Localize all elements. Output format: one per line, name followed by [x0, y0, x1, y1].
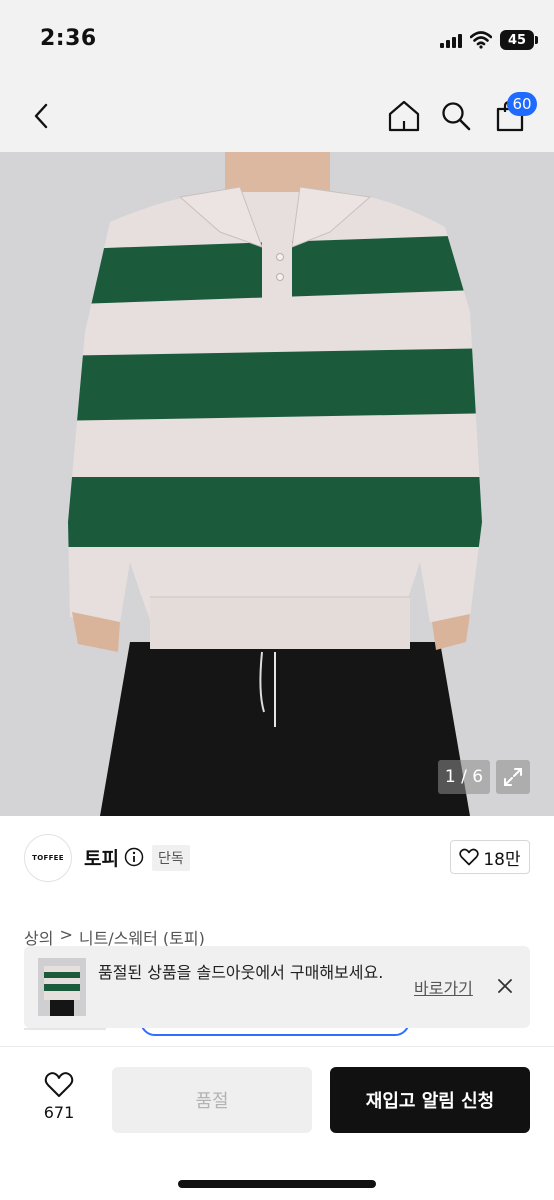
status-bar: 2:36 45: [0, 0, 554, 80]
thumbnail-image: [38, 958, 86, 1016]
soldout-button[interactable]: 품절: [112, 1067, 312, 1133]
restock-alert-button[interactable]: 재입고 알림 신청: [330, 1067, 530, 1133]
search-button[interactable]: [432, 92, 480, 140]
status-icons: 45: [440, 28, 538, 52]
search-icon: [442, 102, 471, 131]
soldout-banner[interactable]: 품절된 상품을 솔드아웃에서 구매해보세요. 바로가기: [24, 946, 530, 1028]
product-image[interactable]: 1 / 6: [0, 152, 554, 816]
product-like-count: 671: [43, 1103, 75, 1122]
heart-icon: [459, 848, 480, 866]
banner-message: 품절된 상품을 솔드아웃에서 구매해보세요.: [98, 963, 384, 982]
home-icon: [388, 100, 420, 132]
back-button[interactable]: [18, 92, 66, 140]
back-arrow-icon: [34, 103, 48, 129]
banner-go-link[interactable]: 바로가기: [414, 975, 473, 999]
cart-count-badge: 60: [507, 92, 537, 116]
exclusive-badge: 단독: [152, 845, 190, 871]
wifi-icon: [470, 31, 492, 49]
heart-icon: [44, 1072, 74, 1097]
top-navigation: [0, 80, 554, 152]
product-like-button[interactable]: 671: [30, 1071, 88, 1122]
covered-content: [24, 1028, 530, 1038]
battery-level: 45: [507, 32, 527, 48]
expand-image-button[interactable]: [496, 760, 530, 794]
striped-knit-sweater-photo: [0, 152, 554, 816]
home-indicator: [178, 1180, 376, 1188]
battery-icon: 45: [500, 30, 538, 50]
brand-like-button[interactable]: 18만: [450, 840, 530, 874]
covered-button-outline: [140, 1028, 410, 1036]
expand-icon: [504, 768, 522, 786]
home-button[interactable]: [380, 92, 428, 140]
image-counter: 1 / 6: [438, 760, 490, 794]
info-icon[interactable]: [124, 847, 144, 867]
close-icon[interactable]: [494, 975, 516, 997]
bottom-action-bar: 671 품절 재입고 알림 신청: [0, 1046, 554, 1200]
brand-logo[interactable]: TOFFEE: [24, 834, 72, 882]
cellular-signal-icon: [440, 32, 462, 48]
banner-thumbnail: [38, 958, 86, 1016]
brand-row: TOFFEE 토피 단독 18만: [0, 816, 554, 898]
brand-like-count: 18만: [483, 849, 521, 870]
status-time: 2:36: [40, 26, 97, 51]
brand-name[interactable]: 토피: [84, 844, 119, 871]
divider: [24, 1028, 106, 1030]
brand-logo-text: TOFFEE: [32, 854, 64, 862]
